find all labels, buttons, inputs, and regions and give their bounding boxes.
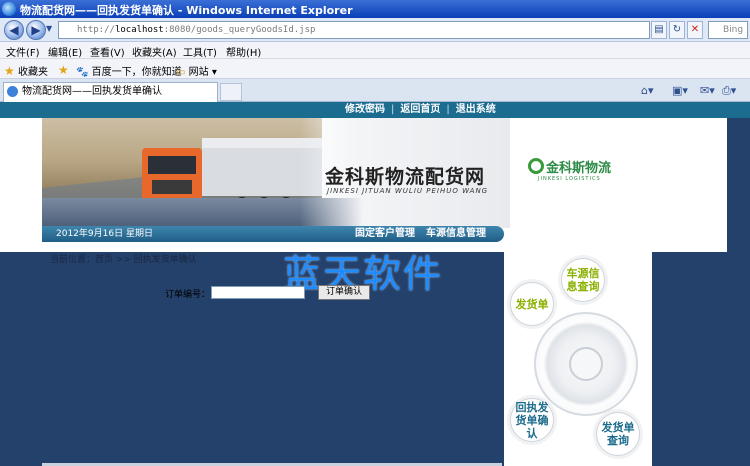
search-input[interactable]: Bing [708, 21, 748, 39]
close-icon: ✕ [690, 24, 700, 35]
compat-view-button[interactable]: ▤ [651, 21, 667, 39]
header-banner: 金科斯物流配货网 JINKESI JITUAN WULIU PEIHUO WAN… [0, 118, 727, 252]
feeds-icon[interactable]: ▣▾ [672, 84, 688, 97]
order-number-input[interactable] [211, 286, 305, 299]
fav-baidu[interactable]: 🐾 百度一下，你就知道 [76, 63, 182, 78]
print-icon[interactable]: ⎙▾ [722, 84, 736, 98]
shipping-order-button[interactable]: 发货单 [510, 282, 554, 326]
link-vehicle-info[interactable]: 车源信息管理 [426, 226, 486, 242]
favorites-bar: ★ 收藏夹 ★ 🐾 百度一下，你就知道 ▭ 网站 ▾ [0, 59, 750, 79]
back-button[interactable]: ◀ [4, 20, 24, 40]
fav-sites[interactable]: ▭ 网站 ▾ [176, 63, 217, 78]
company-name: 金科斯物流配货网 [325, 166, 486, 188]
breadcrumb: 当前位置：首页 >> 回执发货单确认 [50, 255, 197, 265]
link-change-password[interactable]: 修改密码 [345, 104, 385, 115]
confirm-order-button[interactable]: 订单确认 [318, 285, 370, 300]
receipt-confirm-button[interactable]: 回执发货单确认 [510, 398, 554, 442]
shipping-query-button[interactable]: 发货单查询 [596, 412, 640, 456]
favorites-button[interactable]: ★ 收藏夹 [4, 63, 48, 78]
back-arrow-icon: ◀ [9, 23, 19, 37]
logo-text: 金科斯物流 [546, 161, 612, 176]
search-placeholder: Bing [723, 25, 744, 35]
company-name-en: JINKESI JITUAN WULIU PEIHUO WANG [327, 187, 489, 195]
web-page: 修改密码 | 返回首页 | 退出系统 金科斯物流配货网 JINKESI JITU… [0, 102, 750, 466]
menu-help[interactable]: 帮助(H) [226, 44, 261, 59]
home-icon[interactable]: ⌂▾ [641, 84, 654, 97]
add-favorite-icon[interactable]: ★ [58, 63, 69, 77]
link-fixed-customers[interactable]: 固定客户管理 [355, 226, 415, 242]
forward-arrow-icon: ▶ [31, 23, 41, 37]
mail-icon[interactable]: ✉▾ [700, 84, 715, 97]
date-bar: 2012年9月16日 星期日 固定客户管理 车源信息管理 [42, 226, 504, 242]
order-number-label: 订单编号： [165, 290, 211, 300]
tab-bar: 物流配货网——回执发货单确认 ⌂▾ ▣▾ ✉▾ ⎙▾ [0, 79, 750, 102]
url-path: :8080/goods_queryGoodsId.jsp [163, 25, 316, 35]
wheel-hub [569, 347, 603, 381]
baidu-icon: 🐾 [76, 67, 89, 78]
logo-icon [528, 158, 544, 174]
folder-icon: ▭ [176, 67, 186, 78]
menu-edit[interactable]: 编辑(E) [48, 44, 82, 59]
new-tab-button[interactable] [220, 83, 242, 101]
vehicle-query-button[interactable]: 车源信息查询 [561, 258, 605, 302]
url-prefix: http:// [77, 25, 115, 35]
address-input[interactable]: http://localhost:8080/goods_queryGoodsId… [58, 21, 650, 39]
url-host: localhost [114, 25, 164, 35]
tab-title: 物流配货网——回执发货单确认 [22, 86, 162, 97]
page-icon: ▤ [654, 24, 664, 35]
page-ie-icon [7, 86, 18, 97]
address-toolbar: ◀ ▶ ▼ http://localhost:8080/goods_queryG… [0, 18, 750, 42]
menu-file[interactable]: 文件(F) [6, 44, 40, 59]
logo-text-en: JINKESI LOGISTICS [538, 176, 601, 182]
window-titlebar: 物流配货网——回执发货单确认 - Windows Internet Explor… [0, 0, 750, 18]
menu-view[interactable]: 查看(V) [90, 44, 125, 59]
forward-button[interactable]: ▶ [26, 20, 46, 40]
menu-favorites[interactable]: 收藏夹(A) [132, 44, 177, 59]
ie-logo-icon [2, 2, 16, 16]
refresh-button[interactable]: ↻ [669, 21, 685, 39]
link-home[interactable]: 返回首页 [400, 104, 440, 115]
tab-current[interactable]: 物流配货网——回执发货单确认 [3, 82, 218, 102]
window-title: 物流配货网——回执发货单确认 - Windows Internet Explor… [20, 4, 353, 17]
menu-bar: 文件(F) 编辑(E) 查看(V) 收藏夹(A) 工具(T) 帮助(H) [0, 42, 750, 59]
wheel-nav-panel: 车源信息查询 发货单 回执发货单确认 发货单查询 [504, 252, 652, 466]
link-logout[interactable]: 退出系统 [456, 104, 496, 115]
stop-button[interactable]: ✕ [687, 21, 703, 39]
top-nav: 修改密码 | 返回首页 | 退出系统 [0, 102, 750, 118]
refresh-icon: ↻ [672, 24, 682, 35]
star-icon: ★ [4, 64, 15, 78]
current-date: 2012年9月16日 星期日 [56, 229, 153, 239]
menu-tools[interactable]: 工具(T) [183, 44, 217, 59]
history-dropdown-icon[interactable]: ▼ [46, 24, 52, 33]
